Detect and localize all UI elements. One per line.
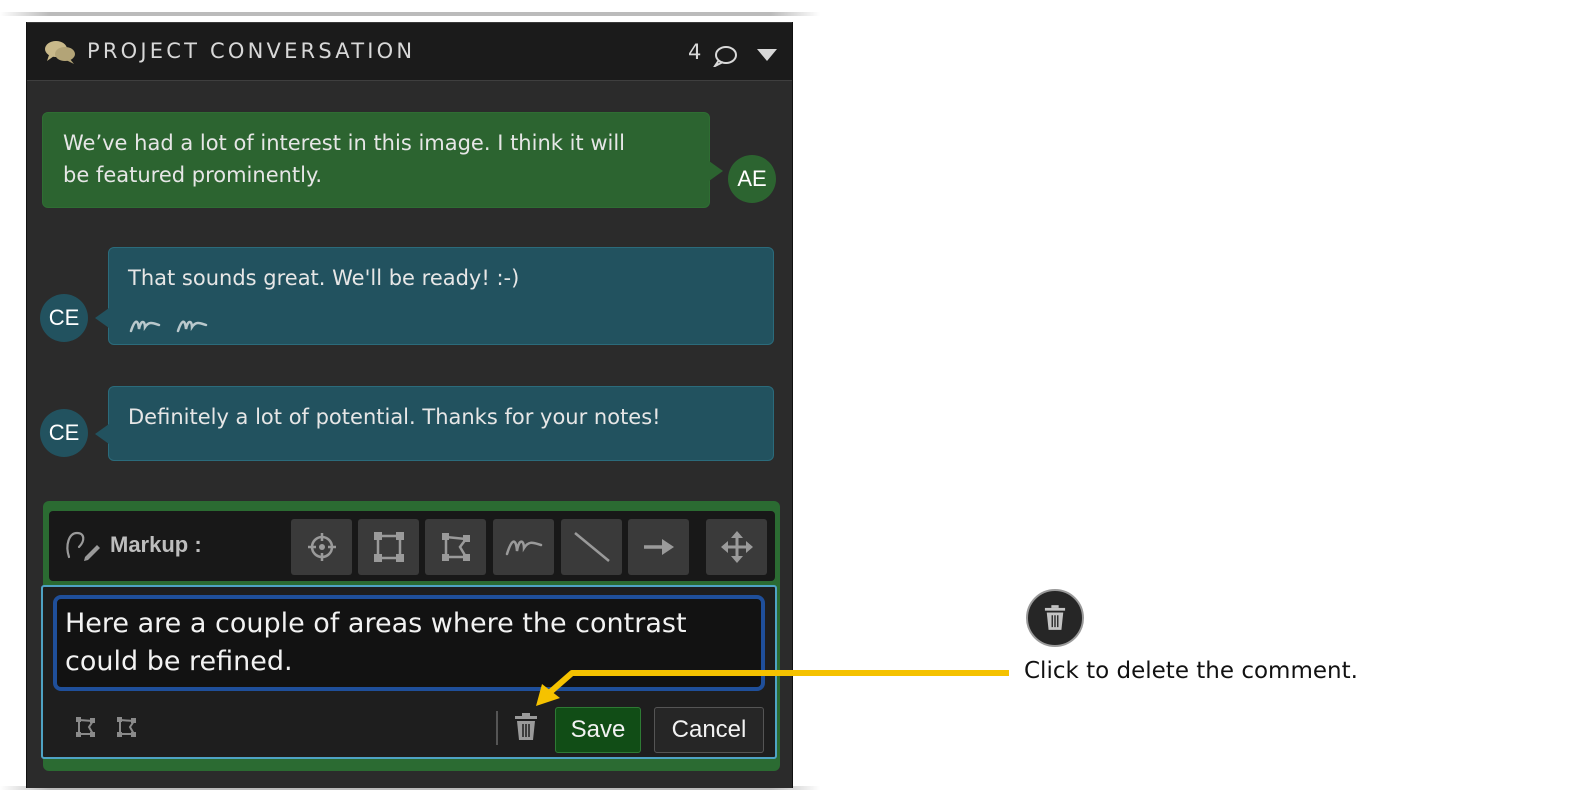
save-button[interactable]: Save xyxy=(555,707,641,753)
message-markups xyxy=(129,312,209,335)
arrow-tool-button[interactable] xyxy=(628,519,689,575)
avatar-ae: AE xyxy=(728,155,776,203)
freehand-icon[interactable] xyxy=(176,317,208,335)
panel-header[interactable]: PROJECT CONVERSATION 4 xyxy=(27,22,792,81)
freehand-icon[interactable] xyxy=(129,317,161,335)
comment-count: 4 xyxy=(688,40,702,64)
message-bubble-ce-2[interactable]: Definitely a lot of potential. Thanks fo… xyxy=(95,386,774,461)
polygon-icon[interactable] xyxy=(116,715,138,739)
rectangle-icon xyxy=(373,532,404,562)
message-text: That sounds great. We'll be ready! :-) xyxy=(128,266,520,290)
markup-pen-icon xyxy=(66,531,100,561)
rectangle-tool-button[interactable] xyxy=(358,519,419,575)
line-icon xyxy=(573,532,610,562)
compose-comment: Markup : Here are a couple of areas wher… xyxy=(41,501,780,771)
toolbar-divider xyxy=(496,711,498,745)
caret-down-icon[interactable] xyxy=(757,49,777,61)
arrow-icon xyxy=(643,539,674,555)
speech-bubble-icon xyxy=(713,46,737,67)
message-text-line-2: be featured prominently. xyxy=(63,163,323,187)
crosshair-tool-button[interactable] xyxy=(291,519,352,575)
message-text-line-1: We’ve had a lot of interest in this imag… xyxy=(63,131,626,155)
chat-bubbles-icon xyxy=(45,41,75,64)
move-tool-button[interactable] xyxy=(706,519,767,575)
avatar-ce: CE xyxy=(40,294,88,342)
crosshair-icon xyxy=(307,533,336,561)
polygon-icon[interactable] xyxy=(75,715,97,739)
trash-icon xyxy=(1044,605,1066,630)
markup-toolbar: Markup : xyxy=(49,511,775,581)
line-tool-button[interactable] xyxy=(561,519,622,575)
top-shadow xyxy=(0,12,820,16)
freehand-icon xyxy=(505,540,542,556)
callout-text: Click to delete the comment. xyxy=(1024,658,1358,684)
cancel-button[interactable]: Cancel xyxy=(654,707,764,753)
callout-trash-badge xyxy=(1026,589,1084,647)
message-text: Definitely a lot of potential. Thanks fo… xyxy=(128,405,661,429)
polygon-icon xyxy=(441,533,470,561)
move-icon xyxy=(720,531,753,563)
callout-arrow xyxy=(536,670,1009,706)
panel-title: PROJECT CONVERSATION xyxy=(87,39,416,63)
trash-icon[interactable] xyxy=(514,713,538,741)
avatar-ce: CE xyxy=(40,409,88,457)
message-bubble-ae[interactable]: We’ve had a lot of interest in this imag… xyxy=(42,112,723,208)
polygon-tool-button[interactable] xyxy=(425,519,486,575)
markup-label: Markup : xyxy=(110,532,202,557)
message-bubble-ce-1[interactable]: That sounds great. We'll be ready! :-) xyxy=(95,247,774,345)
freehand-tool-button[interactable] xyxy=(493,519,554,575)
